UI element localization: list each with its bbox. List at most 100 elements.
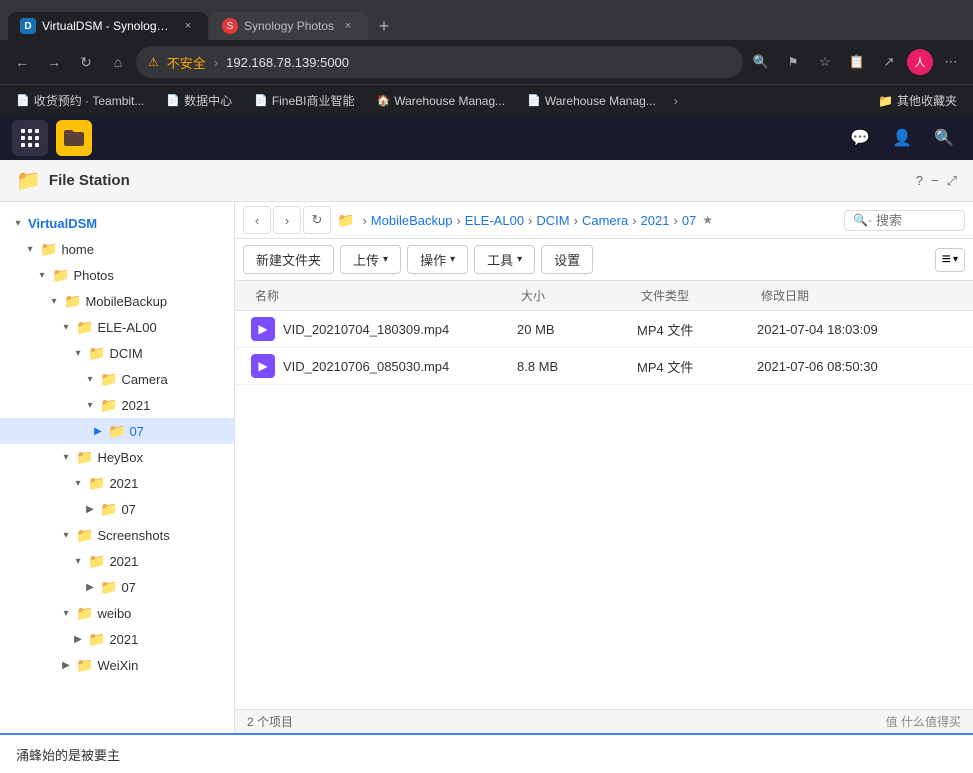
more-button[interactable]: ⋯ [937, 48, 965, 76]
search-input[interactable] [876, 213, 956, 228]
path-sep-5: › [632, 213, 636, 228]
table-row[interactable]: ▶ VID_20210706_085030.mp4 8.8 MB MP4 文件 … [235, 348, 973, 385]
sidebar-arrow-virtualdsm: ▾ [8, 213, 28, 233]
sidebar-item-heybox[interactable]: ▾ 📁 HeyBox [0, 444, 234, 470]
path-segment-07[interactable]: 07 [682, 213, 696, 228]
settings-btn[interactable]: 设置 [541, 245, 593, 274]
url-separator: › [214, 55, 218, 70]
new-folder-btn[interactable]: 新建文件夹 [243, 245, 334, 274]
sidebar-item-2021[interactable]: ▾ 📁 2021 [0, 392, 234, 418]
bookmarks-bar: 📄 收货预约 · Teambit... 📄 数据中心 📄 FineBI商业智能 … [0, 84, 973, 116]
path-back-btn[interactable]: ‹ [243, 206, 271, 234]
sidebar-item-camera[interactable]: ▾ 📁 Camera [0, 366, 234, 392]
path-forward-btn[interactable]: › [273, 206, 301, 234]
file-station-header: 📁 File Station ? − ⤢ [0, 160, 973, 202]
back-button[interactable]: ← [8, 48, 36, 76]
sidebar-label-camera: Camera [121, 372, 226, 387]
star-icon[interactable]: ★ [702, 213, 713, 227]
file-thumb-icon-1: ▶ [258, 322, 267, 336]
sidebar-arrow-weibo2021: ▶ [68, 629, 88, 649]
profile-avatar[interactable]: 人 [907, 49, 933, 75]
sidebar-arrow-heybox07: ▶ [80, 499, 100, 519]
sidebar: ▾ VirtualDSM ▾ 📁 home ▾ 📁 Photos ▾ [0, 202, 235, 733]
url-text: 192.168.78.139:5000 [226, 55, 731, 70]
tab-close-1[interactable]: × [180, 18, 196, 34]
upload-btn[interactable]: 上传 ▾ [340, 245, 401, 274]
file-date-1: 2021-07-04 18:03:09 [757, 322, 957, 337]
path-segment-camera[interactable]: Camera [582, 213, 628, 228]
sidebar-item-screenshots07[interactable]: ▶ 📁 07 [0, 574, 234, 600]
bookmark-item-5[interactable]: 📄 Warehouse Manag... [519, 92, 664, 110]
path-segment-eleal00[interactable]: ELE-AL00 [465, 213, 524, 228]
save-icon[interactable]: 📋 [843, 48, 871, 76]
sidebar-label-photos: Photos [73, 268, 226, 283]
sidebar-arrow-heybox2021: ▾ [68, 473, 88, 493]
bookmarks-more-btn[interactable]: › [670, 92, 682, 110]
sidebar-item-eleal00[interactable]: ▾ 📁 ELE-AL00 [0, 314, 234, 340]
tab-close-2[interactable]: × [340, 18, 356, 34]
sidebar-item-weixin[interactable]: ▶ 📁 WeiXin [0, 652, 234, 678]
tools-btn[interactable]: 工具 ▾ [474, 245, 535, 274]
dsm-filestation-icon[interactable] [56, 120, 92, 156]
share-icon[interactable]: ↗ [875, 48, 903, 76]
tab-bar: D VirtualDSM - Synology VirtualDS... × S… [0, 0, 973, 40]
sidebar-arrow-photos: ▾ [32, 265, 52, 285]
dsm-search-btn[interactable]: 🔍 [927, 121, 961, 155]
refresh-button[interactable]: ↻ [72, 48, 100, 76]
bookmark-item-2[interactable]: 📄 数据中心 [158, 90, 240, 111]
path-segment-dcim[interactable]: DCIM [536, 213, 569, 228]
sidebar-item-screenshots[interactable]: ▾ 📁 Screenshots [0, 522, 234, 548]
tab-photos[interactable]: S Synology Photos × [210, 12, 368, 40]
sidebar-item-heybox2021[interactable]: ▾ 📁 2021 [0, 470, 234, 496]
path-sep-1: › [362, 213, 366, 228]
sidebar-label-heybox2021: 2021 [109, 476, 226, 491]
bookmark-icon[interactable]: ☆ [811, 48, 839, 76]
forward-button[interactable]: → [40, 48, 68, 76]
sidebar-item-photos[interactable]: ▾ 📁 Photos [0, 262, 234, 288]
view-mode-btn[interactable]: ≡ ▾ [935, 248, 965, 272]
sidebar-item-weibo2021[interactable]: ▶ 📁 2021 [0, 626, 234, 652]
sidebar-item-dcim[interactable]: ▾ 📁 DCIM [0, 340, 234, 366]
sidebar-arrow-mobilebackup: ▾ [44, 291, 64, 311]
sidebar-folder-weibo2021: 📁 [88, 631, 105, 648]
sidebar-item-weibo[interactable]: ▾ 📁 weibo [0, 600, 234, 626]
sidebar-arrow-screenshots07: ▶ [80, 577, 100, 597]
minimize-btn[interactable]: − [931, 173, 939, 189]
dsm-app-menu-icon[interactable] [12, 120, 48, 156]
home-button[interactable]: ⌂ [104, 48, 132, 76]
bookmark-label-1: 收货预约 · Teambit... [34, 92, 145, 109]
path-segment-mobilebackup[interactable]: MobileBackup [371, 213, 453, 228]
bookmark-item-4[interactable]: 🏠 Warehouse Manag... [369, 92, 514, 110]
sidebar-label-eleal00: ELE-AL00 [97, 320, 226, 335]
sidebar-item-home[interactable]: ▾ 📁 home [0, 236, 234, 262]
search-toolbar-icon[interactable]: 🔍 [747, 48, 775, 76]
path-refresh-btn[interactable]: ↻ [303, 206, 331, 234]
address-bar[interactable]: ⚠ 不安全 › 192.168.78.139:5000 [136, 46, 743, 78]
sidebar-item-mobilebackup[interactable]: ▾ 📁 MobileBackup [0, 288, 234, 314]
dsm-user-btn[interactable]: 👤 [885, 121, 919, 155]
sidebar-item-virtualdsm[interactable]: ▾ VirtualDSM [0, 210, 234, 236]
action-btn-main[interactable]: 操作 ▾ [407, 245, 468, 274]
sidebar-item-heybox07[interactable]: ▶ 📁 07 [0, 496, 234, 522]
path-segment-2021[interactable]: 2021 [641, 213, 670, 228]
sidebar-label-weixin: WeiXin [97, 658, 226, 673]
bookmark-item-1[interactable]: 📄 收货预约 · Teambit... [8, 90, 152, 111]
bookmark-item-3[interactable]: 📄 FineBI商业智能 [246, 90, 362, 111]
table-row[interactable]: ▶ VID_20210704_180309.mp4 20 MB MP4 文件 2… [235, 311, 973, 348]
tab-virtualdsm[interactable]: D VirtualDSM - Synology VirtualDS... × [8, 12, 208, 40]
extension-icon-1[interactable]: ⚑ [779, 48, 807, 76]
sidebar-item-07[interactable]: ▶ 📁 07 [0, 418, 234, 444]
maximize-btn[interactable]: ⤢ [947, 173, 957, 189]
view-mode-arrow: ▾ [953, 254, 958, 265]
sidebar-item-screenshots2021[interactable]: ▾ 📁 2021 [0, 548, 234, 574]
sidebar-folder-screenshots: 📁 [76, 527, 93, 544]
dsm-message-btn[interactable]: 💬 [843, 121, 877, 155]
file-thumb-2: ▶ [251, 354, 275, 378]
new-tab-button[interactable]: + [370, 12, 398, 40]
sidebar-label-dcim: DCIM [109, 346, 226, 361]
sidebar-folder-2021: 📁 [100, 397, 117, 414]
view-mode-icon: ≡ [942, 251, 951, 269]
bookmarks-folder-item[interactable]: 📁 其他收藏夹 [870, 90, 965, 111]
help-btn[interactable]: ? [916, 173, 923, 189]
browser-toolbar: ← → ↻ ⌂ ⚠ 不安全 › 192.168.78.139:5000 🔍 ⚑ … [0, 40, 973, 84]
